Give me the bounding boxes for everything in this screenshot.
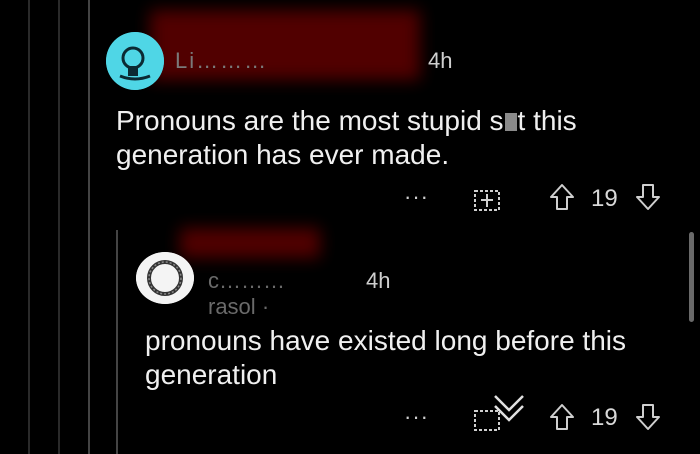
more-options-button[interactable]: ···: [404, 184, 429, 210]
thread-line: [116, 230, 118, 454]
meta-separator: ·: [261, 294, 270, 319]
censor-block: [504, 113, 517, 131]
avatar-ring-icon: [136, 252, 194, 304]
scrollbar[interactable]: [689, 232, 694, 322]
thread-line: [28, 0, 30, 454]
comment-body: pronouns have existed long before this g…: [145, 325, 626, 390]
arrow-up-icon[interactable]: [548, 402, 576, 432]
comment-timestamp: 4h: [366, 268, 391, 293]
arrow-up-icon[interactable]: [548, 182, 576, 212]
more-options-button[interactable]: ···: [404, 404, 429, 430]
upvote-count: 19: [591, 185, 618, 212]
chevron-down-icon[interactable]: [492, 392, 526, 422]
avatar[interactable]: [106, 32, 164, 90]
thread-line: [58, 0, 60, 454]
comment-body: Pronouns are the most stupid st this gen…: [116, 104, 636, 172]
avatar[interactable]: [136, 252, 194, 304]
redaction-blur: [180, 228, 320, 258]
arrow-down-icon[interactable]: [634, 402, 662, 432]
thread-line: [88, 0, 90, 454]
comment-body-text: Pronouns are the most stupid s: [116, 105, 504, 136]
gift-box-icon[interactable]: [472, 182, 502, 212]
comment-username[interactable]: c………rasol ·: [208, 268, 285, 320]
comment-username[interactable]: Li………: [175, 48, 268, 74]
avatar-robot-icon: [106, 32, 164, 90]
upvote-count: 19: [591, 404, 618, 431]
comment-timestamp: 4h: [428, 48, 453, 73]
arrow-down-icon[interactable]: [634, 182, 662, 212]
